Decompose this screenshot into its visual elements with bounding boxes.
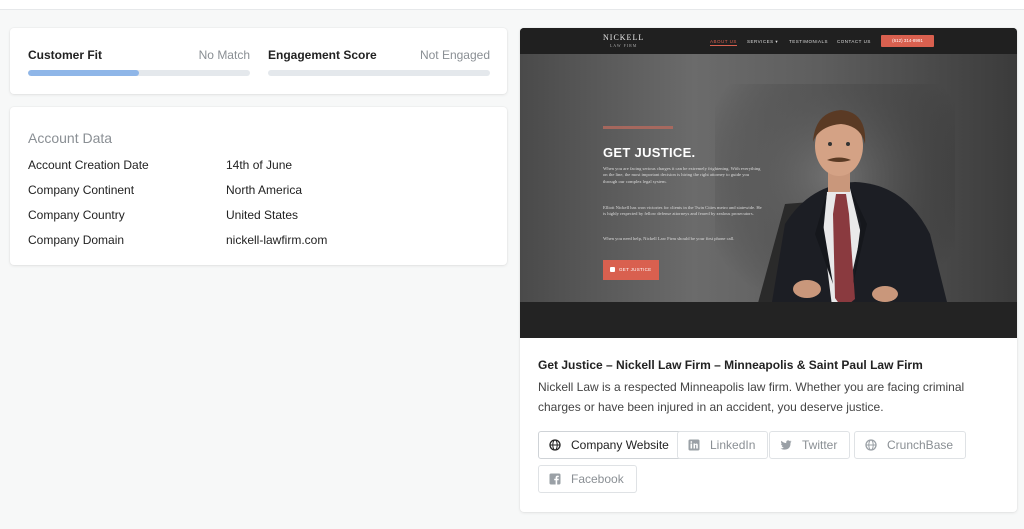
account-row-key: Account Creation Date xyxy=(28,158,149,172)
globe-icon xyxy=(549,439,561,451)
site-footer-strip xyxy=(520,302,1017,338)
website-screenshot[interactable]: NICKELL LAW FIRM ABOUT US SERVICES ▾ TES… xyxy=(520,28,1017,338)
attorney-photo xyxy=(715,84,955,302)
account-row: Account Creation Date 14th of June xyxy=(28,158,292,172)
account-row-value: United States xyxy=(226,208,299,222)
site-header: NICKELL LAW FIRM ABOUT US SERVICES ▾ TES… xyxy=(520,28,1017,54)
twitter-button[interactable]: Twitter xyxy=(769,431,851,459)
account-row: Company Continent North America xyxy=(28,183,302,197)
site-description: Nickell Law is a respected Minneapolis l… xyxy=(538,380,965,414)
customer-fit-status: No Match xyxy=(198,48,250,62)
hero-paragraph: Elliott Nickell has won victories for cl… xyxy=(603,205,762,217)
facebook-icon xyxy=(549,473,561,485)
account-row-key: Company Domain xyxy=(28,233,125,247)
engagement-progress-bar xyxy=(268,70,490,76)
hero-paragraph: When you need help, Nickell Law Firm sho… xyxy=(603,236,735,241)
company-preview-card: NICKELL LAW FIRM ABOUT US SERVICES ▾ TES… xyxy=(520,28,1017,512)
company-website-label: Company Website xyxy=(571,438,669,452)
customer-fit-progress-fill xyxy=(28,70,139,76)
twitter-label: Twitter xyxy=(802,438,838,452)
hero-paragraph: When you are facing serious charges it c… xyxy=(603,166,761,184)
linkedin-button[interactable]: LinkedIn xyxy=(677,431,769,459)
site-phone-button: (612) 314-8991 xyxy=(881,35,934,47)
globe-icon xyxy=(865,439,877,451)
crunchbase-label: CrunchBase xyxy=(887,438,954,452)
hero-kicker-line xyxy=(603,126,673,129)
twitter-icon xyxy=(780,439,792,451)
crunchbase-button[interactable]: CrunchBase xyxy=(854,431,967,459)
facebook-label: Facebook xyxy=(571,472,624,486)
company-website-button[interactable]: Company Website xyxy=(538,431,682,459)
account-row-key: Company Country xyxy=(28,208,125,222)
facebook-button[interactable]: Facebook xyxy=(538,465,637,493)
score-card: Customer Fit No Match Engagement Score N… xyxy=(10,28,507,94)
site-nav-item: ABOUT US xyxy=(710,39,737,46)
site-nav-item: CONTACT US xyxy=(837,39,871,44)
account-row: Company Country United States xyxy=(28,208,298,222)
account-data-card: Account Data Account Creation Date 14th o… xyxy=(10,107,507,265)
site-title: Get Justice – Nickell Law Firm – Minneap… xyxy=(538,358,923,372)
engagement-score-label: Engagement Score xyxy=(268,48,377,62)
top-bar xyxy=(0,0,1024,10)
engagement-score: Engagement Score Not Engaged xyxy=(268,48,490,76)
linkedin-icon xyxy=(688,439,700,451)
account-row-key: Company Continent xyxy=(28,183,135,197)
site-logo: NICKELL LAW FIRM xyxy=(603,33,645,48)
customer-fit-progress-bar xyxy=(28,70,250,76)
account-row-value: North America xyxy=(226,183,303,197)
customer-fit-score: Customer Fit No Match xyxy=(28,48,250,76)
site-nav-item: SERVICES ▾ xyxy=(747,39,779,44)
account-row-value: 14th of June xyxy=(226,158,293,172)
linkedin-label: LinkedIn xyxy=(710,438,756,452)
hero-get-justice-button: GET JUSTICE xyxy=(603,260,659,280)
site-hero: GET JUSTICE. When you are facing serious… xyxy=(520,54,1017,302)
account-data-title: Account Data xyxy=(28,130,113,146)
hero-title: GET JUSTICE. xyxy=(603,145,696,160)
account-row-value: nickell-lawfirm.com xyxy=(226,233,328,247)
account-row: Company Domain nickell-lawfirm.com xyxy=(28,233,327,247)
customer-fit-label: Customer Fit xyxy=(28,48,103,62)
site-nav-item: TESTIMONIALS xyxy=(789,39,829,44)
engagement-score-status: Not Engaged xyxy=(419,48,490,62)
